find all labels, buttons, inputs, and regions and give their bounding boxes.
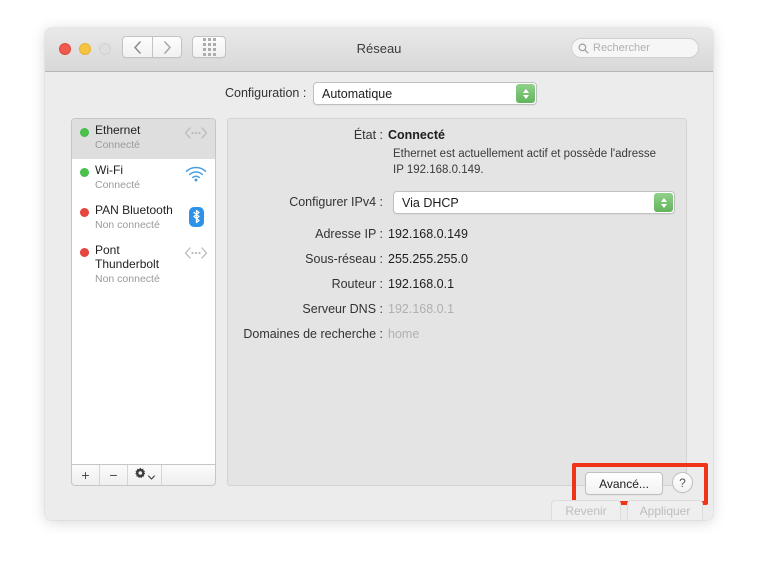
search-domains-row: Domaines de recherche : home bbox=[228, 327, 419, 341]
advanced-button[interactable]: Avancé... bbox=[585, 472, 663, 495]
plus-icon: + bbox=[81, 467, 90, 483]
sidebar-item-status: Connecté bbox=[95, 138, 140, 151]
router-value: 192.168.0.1 bbox=[388, 277, 455, 291]
configuration-label: Configuration : bbox=[225, 86, 307, 100]
ipv4-label-row: Configurer IPv4 : bbox=[228, 195, 388, 209]
ethernet-icon bbox=[183, 126, 209, 140]
router-row: Routeur : 192.168.0.1 bbox=[228, 277, 454, 291]
subnet-label: Sous-réseau : bbox=[305, 252, 383, 266]
subnet-row: Sous-réseau : 255.255.255.0 bbox=[228, 252, 468, 266]
dns-server-row: Serveur DNS : 192.168.0.1 bbox=[228, 302, 454, 316]
status-led bbox=[80, 128, 89, 137]
ipv4-label: Configurer IPv4 : bbox=[289, 195, 383, 209]
sidebar-item-label: Wi-Fi bbox=[95, 163, 123, 177]
ip-address-value: 192.168.0.149 bbox=[388, 227, 468, 241]
wifi-icon bbox=[183, 166, 209, 182]
ip-address-row: Adresse IP : 192.168.0.149 bbox=[228, 227, 468, 241]
configuration-popup-button[interactable]: Automatique bbox=[313, 82, 537, 105]
status-led bbox=[80, 168, 89, 177]
router-label: Routeur : bbox=[331, 277, 383, 291]
service-action-menu-button[interactable] bbox=[128, 465, 162, 485]
bluetooth-icon bbox=[183, 206, 209, 228]
sidebar-item-pan-bluetooth[interactable]: PAN Bluetooth Non connecté bbox=[72, 199, 215, 239]
search-icon bbox=[578, 43, 589, 54]
ipv4-popup-button[interactable]: Via DHCP bbox=[393, 191, 675, 214]
services-toolbar: + − bbox=[71, 464, 216, 486]
sidebar-item-status: Non connecté bbox=[95, 218, 160, 231]
add-service-button[interactable]: + bbox=[72, 465, 100, 485]
chevron-updown-icon bbox=[654, 193, 673, 212]
status-led bbox=[80, 248, 89, 257]
subnet-value: 255.255.255.0 bbox=[388, 252, 468, 266]
chevron-updown-icon bbox=[516, 84, 535, 103]
search-field[interactable] bbox=[571, 38, 699, 58]
state-row: État : Connecté bbox=[228, 128, 445, 142]
window-titlebar: Réseau bbox=[45, 28, 713, 72]
service-details-panel: État : Connecté Ethernet est actuellemen… bbox=[227, 118, 687, 486]
dns-server-value: 192.168.0.1 bbox=[388, 302, 455, 316]
remove-service-button[interactable]: − bbox=[100, 465, 128, 485]
minus-icon: − bbox=[109, 467, 118, 483]
apply-button[interactable]: Appliquer bbox=[627, 500, 703, 520]
ipv4-value: Via DHCP bbox=[402, 195, 459, 210]
sidebar-item-label: PAN Bluetooth bbox=[95, 203, 173, 217]
gear-icon bbox=[134, 467, 147, 483]
sidebar-item-status: Connecté bbox=[95, 178, 140, 191]
thunderbolt-bridge-icon bbox=[183, 246, 209, 260]
state-value: Connecté bbox=[388, 128, 445, 142]
system-preferences-window: Réseau Configuration : Automatique bbox=[45, 28, 713, 520]
screen: Réseau Configuration : Automatique bbox=[0, 0, 758, 574]
sidebar-item-label: Ethernet bbox=[95, 123, 141, 137]
ip-address-label: Adresse IP : bbox=[315, 227, 383, 241]
search-domains-label: Domaines de recherche : bbox=[243, 327, 383, 341]
sidebar-item-wifi[interactable]: Wi-Fi Connecté bbox=[72, 159, 215, 199]
window-body: Configuration : Automatique Ethernet Con… bbox=[45, 72, 713, 520]
sidebar-item-status: Non connecté bbox=[95, 272, 160, 285]
sidebar-item-label: Pont Thunderbolt bbox=[95, 243, 160, 271]
state-label: État : bbox=[353, 128, 383, 142]
search-input[interactable] bbox=[593, 42, 693, 54]
sidebar-item-pont-thunderbolt[interactable]: Pont Thunderbolt Non connecté bbox=[72, 239, 215, 285]
status-led bbox=[80, 208, 89, 217]
revert-button[interactable]: Revenir bbox=[551, 500, 621, 520]
sidebar-item-ethernet[interactable]: Ethernet Connecté bbox=[72, 119, 215, 159]
help-button[interactable]: ? bbox=[672, 472, 693, 493]
network-services-list[interactable]: Ethernet Connecté Wi-Fi Connecté PAN Blu… bbox=[71, 118, 216, 464]
search-domains-value: home bbox=[388, 327, 420, 341]
configuration-value: Automatique bbox=[322, 86, 393, 101]
chevron-down-icon bbox=[148, 467, 155, 483]
state-description: Ethernet est actuellement actif et possè… bbox=[393, 148, 657, 176]
dns-server-label: Serveur DNS : bbox=[302, 302, 383, 316]
